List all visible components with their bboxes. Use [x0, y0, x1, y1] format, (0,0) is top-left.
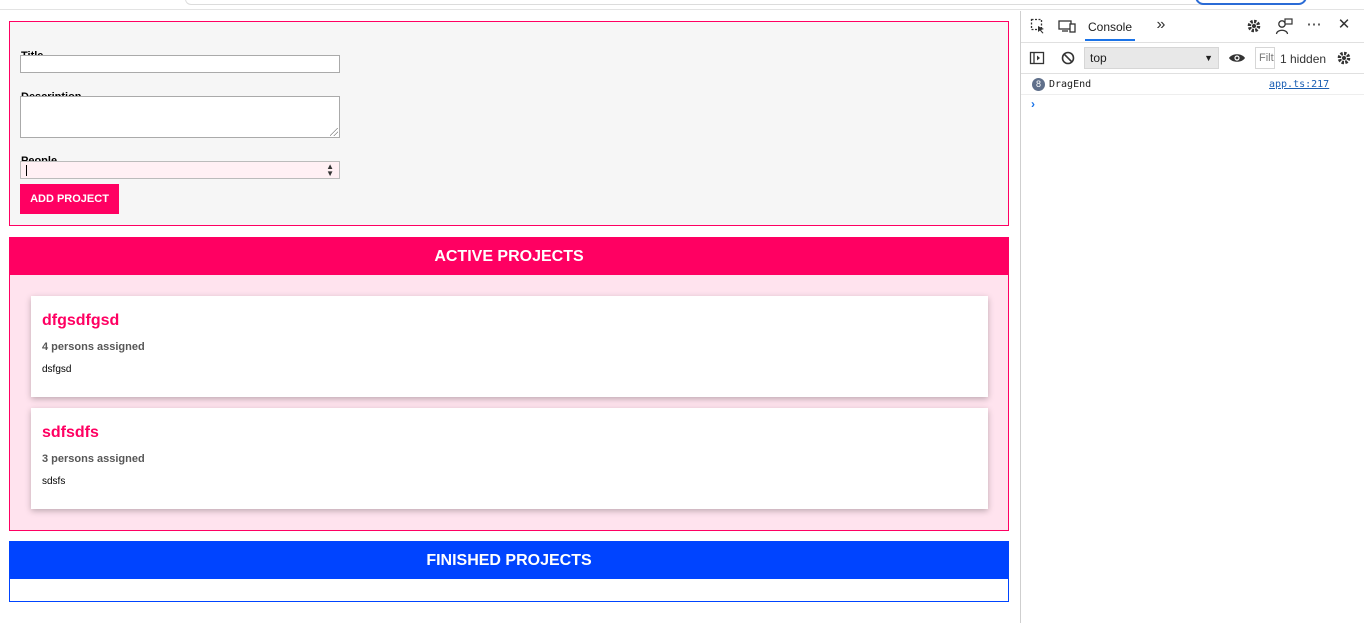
more-options-icon[interactable]: ⋯	[1305, 17, 1323, 35]
people-number-input[interactable]: ▲ ▼	[20, 161, 340, 179]
project-title: dfgsdfgsd	[42, 312, 120, 329]
console-log-row: 8 DragEnd app.ts:217	[1021, 75, 1364, 95]
finished-projects-list[interactable]: FINISHED PROJECTS	[9, 541, 1009, 602]
inspect-icon[interactable]	[1029, 18, 1047, 36]
close-icon[interactable]: ✕	[1335, 17, 1353, 35]
console-prompt-icon[interactable]: ›	[1031, 97, 1035, 111]
project-item[interactable]: dfgsdfgsd 4 persons assigned dsfgsd	[31, 296, 988, 397]
sidebar-toggle-icon[interactable]	[1028, 50, 1046, 68]
browser-top-strip	[0, 0, 1364, 10]
log-source-link[interactable]: app.ts:217	[1269, 79, 1329, 90]
device-toggle-icon[interactable]	[1058, 18, 1076, 36]
add-project-button[interactable]: ADD PROJECT	[20, 184, 119, 214]
tab-console-label: Console	[1087, 20, 1133, 34]
repeat-count-badge: 8	[1032, 78, 1045, 91]
chevron-down-icon: ▼	[1204, 53, 1213, 63]
app-root: Title Description People ▲▼ ADD PROJECT …	[0, 11, 1020, 623]
active-tab-indicator	[1085, 39, 1135, 41]
more-tabs-icon[interactable]: »	[1152, 17, 1170, 35]
eye-icon[interactable]	[1228, 50, 1246, 68]
text-cursor	[26, 165, 27, 176]
log-message: DragEnd	[1049, 79, 1092, 90]
address-bar[interactable]	[185, 0, 1230, 5]
tab-console[interactable]: Console	[1083, 11, 1137, 43]
feedback-icon[interactable]	[1275, 18, 1293, 36]
clear-console-icon[interactable]	[1059, 50, 1077, 68]
project-description: sdsfs	[42, 476, 66, 487]
resize-grip-icon[interactable]	[330, 128, 338, 136]
title-input[interactable]	[20, 55, 340, 73]
context-select[interactable]: top ▼	[1084, 47, 1219, 69]
console-filter-input[interactable]: Filt	[1255, 47, 1275, 69]
console-settings-icon[interactable]	[1335, 50, 1353, 68]
description-textarea[interactable]	[20, 96, 340, 138]
project-assigned: 3 persons assigned	[42, 453, 145, 465]
project-title: sdfsdfs	[42, 424, 99, 441]
devtools-panel: Console » ⋯ ✕ top ▼ Filt 1 hidden 8 Drag…	[1020, 11, 1364, 623]
project-description: dsfgsd	[42, 364, 72, 375]
active-projects-list[interactable]: ACTIVE PROJECTS dfgsdfgsd 4 persons assi…	[9, 237, 1009, 531]
project-assigned: 4 persons assigned	[42, 341, 145, 353]
active-projects-heading: ACTIVE PROJECTS	[10, 238, 1008, 275]
hidden-count: 1 hidden	[1280, 52, 1327, 66]
spinner-arrows-icon[interactable]: ▲ ▼	[326, 163, 334, 178]
project-item[interactable]: sdfsdfs 3 persons assigned sdsfs	[31, 408, 988, 509]
console-toolbar: top ▼ Filt 1 hidden	[1021, 43, 1364, 74]
browser-profile-button[interactable]	[1195, 0, 1307, 5]
settings-icon[interactable]	[1245, 18, 1263, 36]
project-form: Title Description People ▲▼ ADD PROJECT	[9, 21, 1009, 226]
context-value: top	[1090, 51, 1107, 65]
finished-projects-heading: FINISHED PROJECTS	[10, 542, 1008, 579]
devtools-tabbar: Console » ⋯ ✕	[1021, 11, 1364, 43]
